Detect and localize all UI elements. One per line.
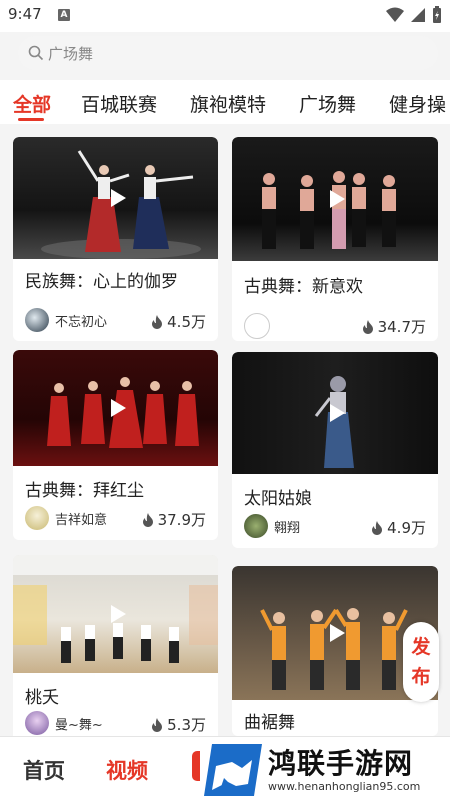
video-thumbnail[interactable] — [232, 352, 438, 474]
avatar — [244, 514, 268, 538]
view-count-value: 5.3万 — [167, 716, 206, 734]
play-icon — [110, 399, 126, 417]
search-bar[interactable]: 广场舞 — [18, 36, 438, 70]
status-icons — [386, 6, 442, 24]
fire-icon — [142, 512, 153, 527]
publish-button[interactable]: 发 布 — [403, 622, 439, 702]
video-card[interactable]: 民族舞：心上的伽罗 不忘初心 4.5万 — [13, 137, 218, 341]
view-count: 37.9万 — [142, 509, 206, 530]
nav-home[interactable]: 首页 — [23, 755, 65, 785]
video-thumbnail[interactable] — [13, 137, 218, 259]
avatar — [25, 711, 49, 735]
tab-all[interactable]: 全部 — [13, 90, 51, 117]
avatar — [25, 506, 49, 530]
author: 曼~舞~ — [25, 711, 103, 735]
video-card[interactable]: 太阳姑娘 翱翔 4.9万 — [232, 352, 438, 548]
author: 吉祥如意 — [25, 506, 107, 530]
author-name: 曼~舞~ — [55, 717, 103, 733]
view-count-value: 34.7万 — [377, 318, 426, 336]
signal-icon — [411, 8, 425, 22]
category-tabs: 全部 百城联赛 旗袍模特 广场舞 健身操 — [0, 80, 450, 124]
author: 不忘初心 — [25, 308, 107, 332]
play-icon — [110, 605, 126, 623]
video-thumbnail[interactable] — [13, 350, 218, 466]
author-name: 吉祥如意 — [55, 512, 108, 528]
video-thumbnail[interactable] — [232, 137, 438, 261]
tab-square-dance[interactable]: 广场舞 — [299, 90, 356, 117]
status-time: 9:47 — [8, 5, 42, 23]
view-count-value: 37.9万 — [157, 511, 206, 529]
view-count: 4.9万 — [371, 517, 426, 538]
status-bar: 9:47 A — [0, 0, 450, 32]
watermark: 鸿联手游网 www.henanhonglian95.com — [200, 740, 450, 800]
video-title: 太阳姑娘 — [244, 489, 312, 509]
search-input[interactable]: 广场舞 — [48, 43, 93, 64]
view-count: 4.5万 — [151, 311, 206, 332]
tab-city-league[interactable]: 百城联赛 — [81, 90, 157, 117]
view-count: 34.7万 — [362, 316, 426, 337]
wifi-icon — [386, 7, 404, 22]
avatar — [244, 313, 270, 339]
battery-icon — [433, 6, 441, 23]
search-icon — [28, 45, 44, 61]
video-card[interactable]: 桃夭 曼~舞~ 5.3万 — [13, 555, 218, 736]
view-count: 5.3万 — [151, 714, 206, 735]
nav-video[interactable]: 视频 — [106, 755, 148, 785]
video-title: 古典舞：新意欢 — [244, 277, 363, 297]
watermark-name: 鸿联手游网 — [268, 747, 414, 780]
video-feed: 民族舞：心上的伽罗 不忘初心 4.5万 古典舞：新意欢 34.7万 古典舞：拜红… — [0, 124, 450, 736]
notification-icon: A — [58, 9, 70, 21]
tab-fitness[interactable]: 健身操 — [389, 90, 446, 117]
view-count-value: 4.5万 — [167, 313, 206, 331]
fire-icon — [152, 717, 163, 732]
video-title: 桃夭 — [25, 688, 59, 708]
video-title: 曲裾舞 — [244, 713, 295, 733]
publish-label-line2: 布 — [411, 666, 431, 688]
fire-icon — [372, 520, 383, 535]
fire-icon — [152, 314, 163, 329]
view-count-value: 4.9万 — [387, 519, 426, 537]
tab-qipao-model[interactable]: 旗袍模特 — [190, 90, 266, 117]
play-icon — [330, 190, 345, 208]
video-thumbnail[interactable] — [13, 555, 218, 673]
avatar — [25, 308, 49, 332]
watermark-url: www.henanhonglian95.com — [268, 780, 421, 793]
play-icon — [330, 404, 345, 422]
video-title: 民族舞：心上的伽罗 — [25, 272, 178, 292]
fire-icon — [362, 319, 373, 334]
play-icon — [110, 189, 126, 207]
publish-label-line1: 发 — [411, 636, 431, 658]
play-icon — [330, 624, 345, 642]
author-name: 翱翔 — [274, 520, 301, 536]
watermark-logo — [202, 742, 264, 798]
video-card[interactable]: 古典舞：新意欢 34.7万 — [232, 137, 438, 341]
author: 翱翔 — [244, 514, 300, 538]
author-name: 不忘初心 — [55, 314, 108, 330]
video-title: 古典舞：拜红尘 — [25, 481, 144, 501]
author — [244, 313, 276, 339]
tab-underline — [18, 118, 44, 121]
video-card[interactable]: 古典舞：拜红尘 吉祥如意 37.9万 — [13, 350, 218, 540]
